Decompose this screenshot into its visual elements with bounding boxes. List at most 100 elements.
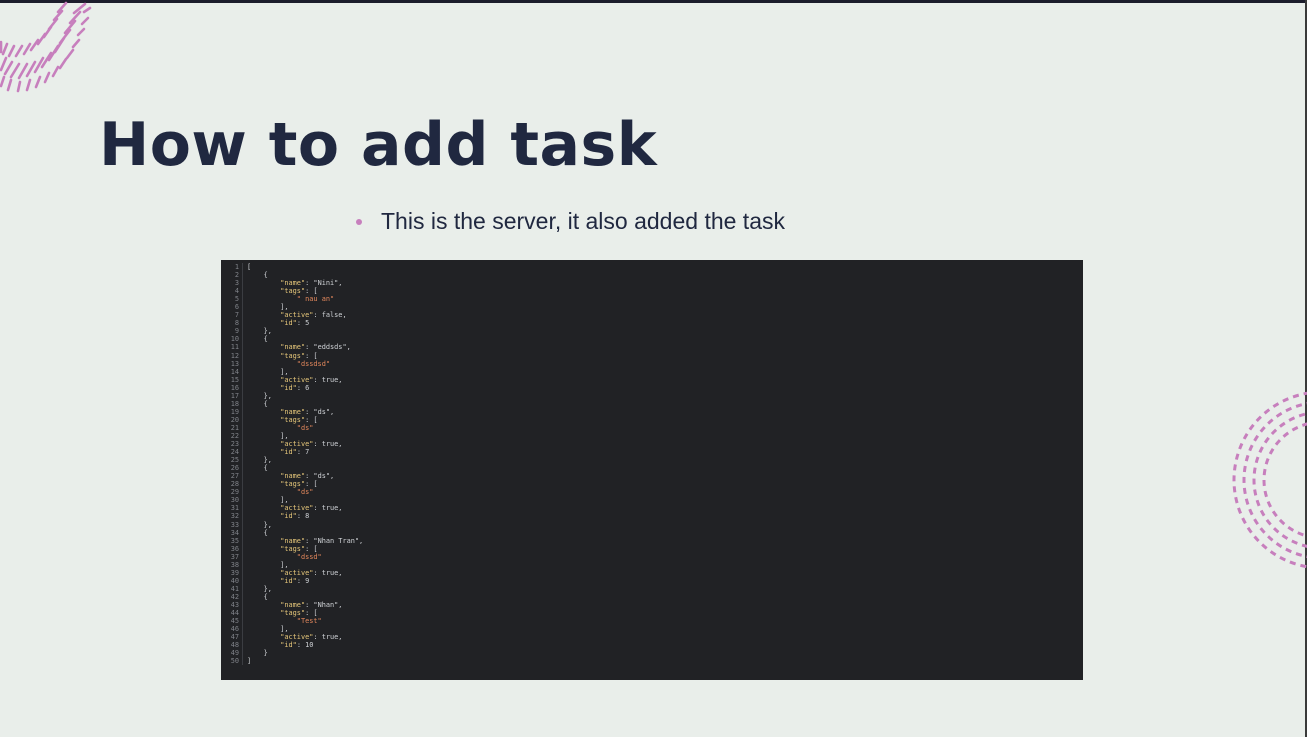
- line-number: 40: [230, 576, 239, 585]
- code-line: 43 "name": "Nhan",: [221, 600, 363, 610]
- code-text: "Test": [296, 617, 322, 626]
- code-line: 32 "id": 8: [221, 512, 363, 521]
- code-line: 24 "id": 7: [221, 448, 363, 457]
- code-text: "active": false,: [280, 311, 347, 320]
- code-text: "tags": [: [280, 544, 318, 553]
- code-line: 1[: [221, 263, 363, 272]
- code-line: 31 "active": true,: [221, 504, 363, 513]
- line-number: 7: [234, 311, 239, 320]
- line-number: 26: [230, 464, 239, 473]
- line-number: 45: [230, 617, 239, 626]
- bullet-dot-icon: [356, 218, 362, 225]
- line-number: 10: [230, 335, 239, 344]
- code-line: 44 "tags": [: [221, 609, 363, 618]
- code-text: },: [247, 584, 272, 593]
- code-line: 22 ],: [221, 431, 363, 441]
- line-number: 41: [230, 584, 239, 593]
- decorative-burst-top-left: [0, 1, 92, 93]
- code-text: "name": "Nhan Tran",: [280, 536, 364, 545]
- code-text: "tags": [: [280, 609, 318, 618]
- code-line: 34 {: [221, 528, 363, 537]
- code-text: "name": "eddsds",: [280, 343, 351, 352]
- code-line: 11 "name": "eddsds",: [221, 343, 363, 352]
- code-text: "active": true,: [280, 633, 343, 642]
- code-text: "tags": [: [280, 480, 318, 489]
- code-line: 7 "active": false,: [221, 311, 363, 320]
- code-line: 36 "tags": [: [221, 544, 363, 553]
- code-text: "name": "ds",: [280, 472, 335, 481]
- code-text: "dssdsd": [296, 359, 330, 368]
- code-line: 2 {: [221, 271, 363, 280]
- line-number: 49: [230, 649, 239, 658]
- code-line: 30 ],: [221, 496, 363, 505]
- code-text: "tags": [: [280, 415, 318, 424]
- code-text: "id": 8: [280, 512, 310, 521]
- code-line: 48 "id": 10: [221, 641, 363, 650]
- code-text: {: [247, 464, 268, 473]
- code-line: 10 {: [221, 335, 363, 344]
- json-code-screenshot: 1[2 {3 "name": "Nini", 4 "tags": [5 " nau…: [221, 260, 1083, 680]
- code-line: 47 "active": true,: [221, 633, 363, 642]
- code-line: 33 },: [221, 520, 363, 529]
- code-line: 5 " nau an": [221, 295, 363, 304]
- line-number: 17: [230, 391, 239, 400]
- code-line: 16 "id": 6: [221, 383, 363, 392]
- code-line: 39 "active": true,: [221, 568, 363, 577]
- code-text: ],: [247, 431, 289, 440]
- code-text: "active": true,: [280, 375, 343, 384]
- code-text: "id": 10: [280, 641, 314, 650]
- line-number: 24: [230, 448, 239, 457]
- code-text: "name": "Nhan",: [280, 600, 343, 609]
- line-number: 31: [230, 504, 239, 513]
- line-number: 13: [230, 359, 239, 368]
- line-number: 12: [230, 351, 239, 360]
- code-lines: 1[2 {3 "name": "Nini", 4 "tags": [5 " nau…: [221, 263, 364, 666]
- code-line: 46 ],: [221, 625, 363, 634]
- code-text: },: [247, 391, 272, 400]
- decorative-burst-right: [1232, 391, 1307, 569]
- code-text: " nau an": [296, 295, 335, 304]
- line-number: 25: [230, 456, 239, 465]
- line-number: 23: [230, 440, 239, 449]
- code-line: 12 "tags": [: [221, 351, 363, 360]
- code-line: 28 "tags": [: [221, 480, 363, 489]
- code-line: 50]: [221, 657, 363, 666]
- code-text: "ds": [296, 423, 314, 432]
- code-line: 14 ],: [221, 367, 363, 376]
- code-line: 20 "tags": [: [221, 415, 363, 424]
- line-number: 33: [230, 520, 239, 529]
- code-line: 38 ],: [221, 560, 363, 569]
- line-number: 32: [230, 512, 239, 521]
- line-number: 18: [230, 399, 239, 408]
- code-text: ],: [247, 303, 289, 312]
- line-number: 11: [230, 343, 239, 352]
- line-number: 30: [230, 496, 239, 505]
- line-number: 27: [230, 472, 239, 481]
- code-text: {: [247, 399, 268, 408]
- code-text: "name": "Nini",: [280, 279, 343, 288]
- code-text: ],: [247, 367, 289, 376]
- code-text: "active": true,: [280, 440, 343, 449]
- line-number: 34: [230, 528, 239, 537]
- line-number: 35: [230, 536, 239, 545]
- code-text: ],: [247, 496, 289, 505]
- line-number: 5: [234, 295, 239, 304]
- code-line: 4 "tags": [: [221, 287, 363, 296]
- line-number: 14: [230, 367, 239, 376]
- code-line: 40 "id": 9: [221, 576, 363, 585]
- line-number: 28: [230, 480, 239, 489]
- code-text: [: [247, 263, 252, 271]
- line-number: 8: [234, 319, 239, 328]
- code-text: }: [247, 649, 268, 658]
- slide-title: How to add task: [99, 110, 658, 180]
- code-text: "dssd": [296, 552, 322, 561]
- code-line: 9 },: [221, 327, 363, 336]
- line-number: 6: [234, 303, 239, 312]
- code-text: ]: [247, 657, 252, 666]
- line-number: 39: [230, 568, 239, 577]
- code-text: },: [247, 327, 272, 336]
- code-text: "id": 6: [280, 383, 310, 392]
- line-number: 20: [230, 415, 239, 424]
- code-text: "id": 7: [280, 448, 310, 457]
- code-line: 37 "dssd": [221, 552, 363, 561]
